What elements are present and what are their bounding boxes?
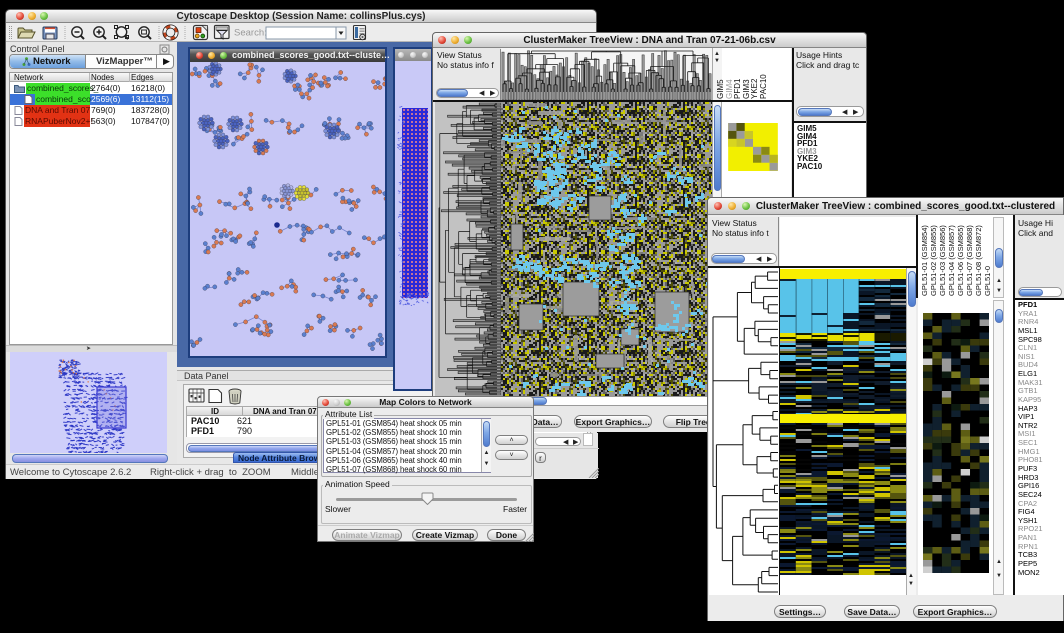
svg-text:Search:: Search: bbox=[234, 28, 267, 39]
